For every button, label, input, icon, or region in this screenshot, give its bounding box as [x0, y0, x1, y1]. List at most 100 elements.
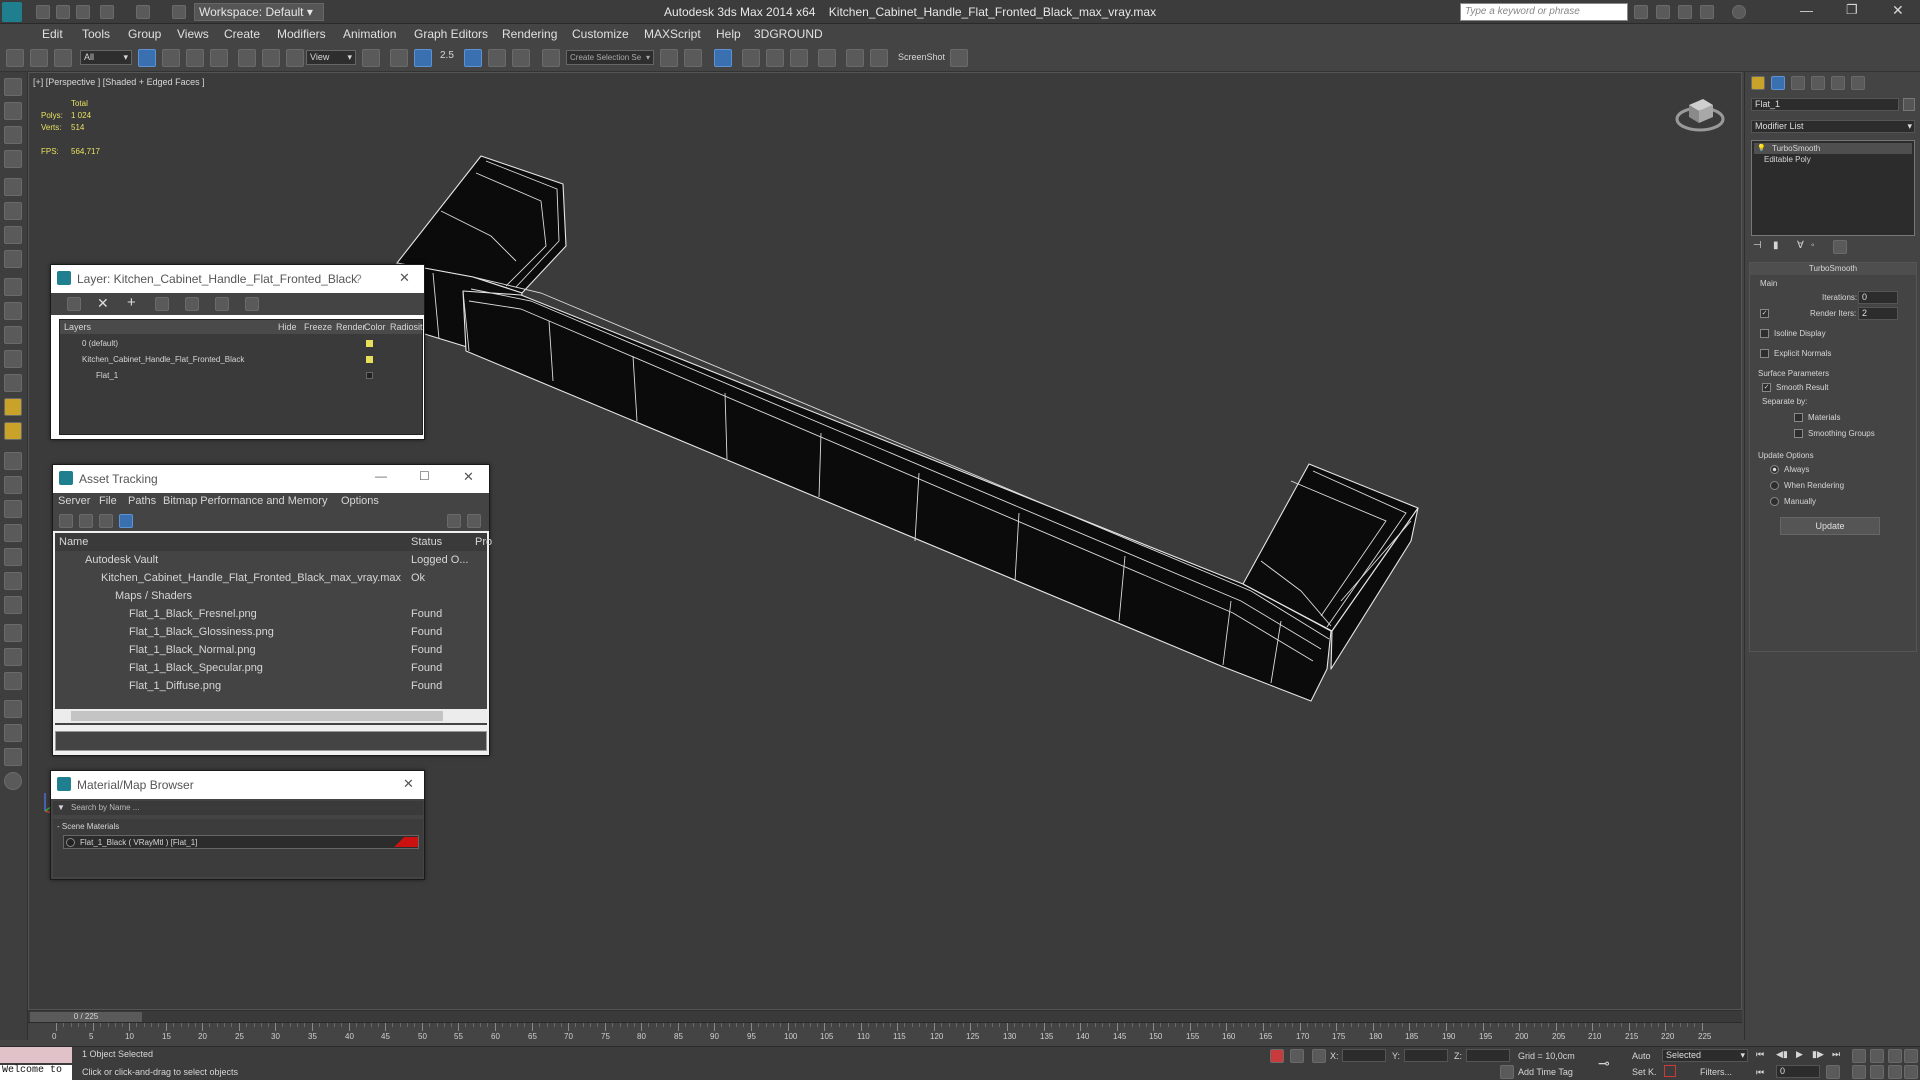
hierarchy-tab-icon[interactable]	[1791, 76, 1805, 90]
menu-maxscript[interactable]: MAXScript	[644, 27, 701, 41]
asset-row[interactable]: Flat_1_Diffuse.png Found	[55, 677, 487, 695]
menu-customize[interactable]: Customize	[572, 27, 629, 41]
layer-col-layers[interactable]: Layers	[64, 322, 91, 332]
window-crossing-icon[interactable]	[210, 49, 228, 67]
asset-row[interactable]: Flat_1_Black_Fresnel.png Found	[55, 605, 487, 623]
time-configuration-icon[interactable]	[1826, 1065, 1840, 1079]
configure-modifier-sets-icon[interactable]	[1833, 240, 1847, 254]
subscription-icon[interactable]	[1656, 5, 1670, 19]
remove-modifier-icon[interactable]: ◦	[1811, 240, 1815, 251]
smoothing-groups-checkbox[interactable]	[1794, 429, 1803, 438]
scale-icon[interactable]	[286, 49, 304, 67]
key-mode-icon[interactable]	[1664, 1065, 1676, 1077]
spinner-snap-icon[interactable]	[512, 49, 530, 67]
maxscript-mini-field[interactable]: Welcome to	[0, 1065, 72, 1080]
modifier-bulb-icon[interactable]: 💡	[1757, 144, 1766, 152]
menu-views[interactable]: Views	[177, 27, 209, 41]
thumbnail-view-icon[interactable]	[99, 514, 113, 528]
unlink-icon[interactable]	[30, 49, 48, 67]
layer-col-freeze[interactable]: Freeze	[304, 322, 332, 332]
orbit-icon[interactable]	[1888, 1065, 1902, 1079]
go-to-end-icon[interactable]: ⏭	[1832, 1049, 1840, 1060]
asset-row[interactable]: Maps / Shaders	[55, 587, 487, 605]
make-unique-icon[interactable]: ∀	[1797, 240, 1804, 251]
current-frame-field[interactable]: 0	[1776, 1065, 1820, 1078]
snaps-toggle-button[interactable]: 2.5	[440, 50, 462, 68]
redo-icon[interactable]	[136, 5, 150, 19]
previous-frame-icon[interactable]: ◀▮	[1776, 1049, 1788, 1060]
select-in-layer-icon[interactable]	[155, 297, 169, 311]
pivot-center-icon[interactable]	[362, 49, 380, 67]
tool-icon-29[interactable]	[4, 772, 22, 790]
angle-snap-icon[interactable]	[464, 49, 482, 67]
key-filter-dropdown[interactable]: Selected ▾	[1662, 1049, 1748, 1062]
menu-animation[interactable]: Animation	[343, 27, 396, 41]
asset-settings-icon[interactable]	[467, 514, 481, 528]
menu-rendering[interactable]: Rendering	[502, 27, 557, 41]
curve-editor-icon[interactable]	[766, 49, 784, 67]
tool-icon-28[interactable]	[4, 748, 22, 766]
render-iters-spinner[interactable]: 2	[1858, 307, 1898, 320]
keyboard-shortcut-override-icon[interactable]	[414, 49, 432, 67]
sphere-primitive-icon[interactable]	[4, 326, 22, 344]
asset-maximize-icon[interactable]: ☐	[419, 469, 430, 483]
asset-row[interactable]: Flat_1_Black_Normal.png Found	[55, 641, 487, 659]
zoom-all-icon[interactable]	[1870, 1049, 1884, 1063]
asset-minimize-icon[interactable]: —	[375, 469, 387, 483]
layer-col-color[interactable]: Color	[364, 322, 386, 332]
rectangular-selection-icon[interactable]	[186, 49, 204, 67]
manually-radio[interactable]	[1770, 497, 1779, 506]
when-rendering-radio[interactable]	[1770, 481, 1779, 490]
open-file-icon[interactable]	[56, 5, 70, 19]
tool-icon-1[interactable]	[4, 78, 22, 96]
layer-color-swatch[interactable]	[366, 372, 373, 379]
search-box[interactable]: Type a keyword or phrase	[1460, 3, 1628, 21]
binoculars-icon[interactable]	[1634, 5, 1648, 19]
tool-icon-26[interactable]	[4, 700, 22, 718]
auto-key-button[interactable]: Auto	[1632, 1051, 1651, 1061]
app-logo[interactable]	[2, 2, 22, 22]
align-icon[interactable]	[684, 49, 702, 67]
add-to-layer-icon[interactable]: +	[127, 294, 136, 311]
modify-tab-icon[interactable]	[1771, 76, 1785, 90]
tool-icon-24[interactable]	[4, 648, 22, 666]
percent-snap-icon[interactable]	[488, 49, 506, 67]
asset-row[interactable]: Kitchen_Cabinet_Handle_Flat_Fronted_Blac…	[55, 569, 487, 587]
layer-col-hide[interactable]: Hide	[278, 322, 297, 332]
tool-icon-23[interactable]	[4, 624, 22, 642]
rollout-header[interactable]: TurboSmooth	[1750, 263, 1916, 275]
asset-col-name[interactable]: Name	[59, 536, 88, 548]
asset-menu-server[interactable]: Server	[58, 495, 90, 507]
display-tab-icon[interactable]	[1831, 76, 1845, 90]
asset-row[interactable]: Flat_1_Black_Glossiness.png Found	[55, 623, 487, 641]
mirror-icon[interactable]	[660, 49, 678, 67]
asset-menu-file[interactable]: File	[99, 495, 117, 507]
layer-manager-icon[interactable]	[714, 49, 732, 67]
menu-create[interactable]: Create	[224, 27, 260, 41]
screenshot-button[interactable]: ScreenShot	[898, 52, 945, 62]
field-of-view-icon[interactable]	[1852, 1065, 1866, 1079]
material-search-field[interactable]: ▼ Search by Name ...	[53, 801, 423, 815]
sun-icon[interactable]	[4, 422, 22, 440]
layer-row[interactable]: 0 (default)	[60, 336, 422, 352]
edit-named-selection-icon[interactable]	[542, 49, 560, 67]
modifier-stack-item[interactable]: 💡 TurboSmooth	[1754, 143, 1912, 154]
set-key-icon[interactable]: ⊸	[1598, 1055, 1610, 1072]
maximize-icon[interactable]: ❐	[1846, 2, 1858, 18]
material-window-close-icon[interactable]: ✕	[403, 776, 414, 792]
menu-tools[interactable]: Tools	[82, 27, 110, 41]
tool-icon-8[interactable]	[4, 250, 22, 268]
layer-col-render[interactable]: Render	[336, 322, 366, 332]
next-frame-icon[interactable]: ▮▶	[1812, 1049, 1824, 1060]
x-coordinate-field[interactable]	[1342, 1049, 1386, 1062]
asset-row[interactable]: Autodesk Vault Logged O...	[55, 551, 487, 569]
layer-row[interactable]: Kitchen_Cabinet_Handle_Flat_Fronted_Blac…	[60, 352, 422, 368]
move-icon[interactable]	[238, 49, 256, 67]
layer-color-swatch[interactable]	[366, 340, 373, 347]
render-setup-icon[interactable]	[846, 49, 864, 67]
select-object-icon[interactable]	[138, 49, 156, 67]
render-production-icon[interactable]	[950, 49, 968, 67]
time-slider[interactable]: 0 / 225	[28, 1011, 1742, 1023]
isoline-checkbox[interactable]	[1760, 329, 1769, 338]
pan-icon[interactable]	[1870, 1065, 1884, 1079]
